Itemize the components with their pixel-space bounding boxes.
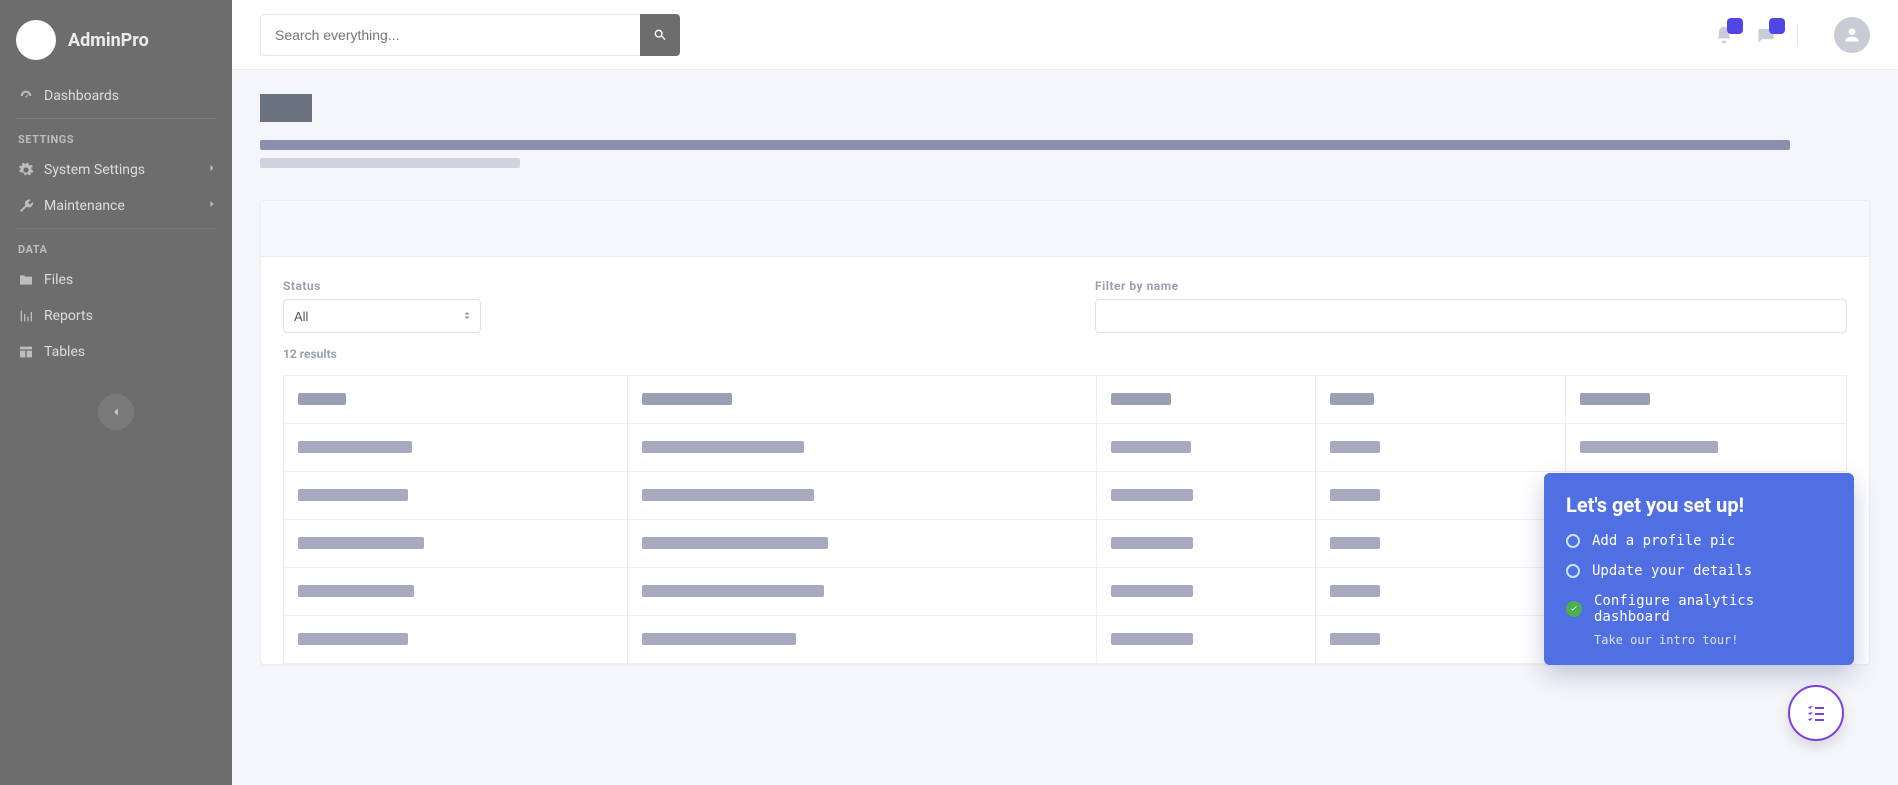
cell — [1330, 441, 1380, 453]
sidebar: AdminPro Dashboards SETTINGS System Sett… — [0, 0, 232, 785]
cell — [298, 633, 408, 645]
cell — [642, 633, 796, 645]
gauge-icon — [18, 88, 34, 104]
messages-badge — [1769, 18, 1785, 34]
cell — [1330, 585, 1380, 597]
folder-icon — [18, 272, 34, 288]
sidebar-item-label: Maintenance — [44, 198, 125, 214]
wrench-icon — [18, 198, 34, 214]
gear-icon — [18, 162, 34, 178]
cell — [1111, 537, 1193, 549]
notifications-badge — [1727, 18, 1743, 34]
sidebar-section-settings: SETTINGS — [0, 123, 232, 152]
filter-status-select[interactable] — [283, 299, 481, 333]
cell — [1111, 489, 1193, 501]
table-row[interactable] — [284, 424, 1847, 472]
filter-status-label: Status — [283, 279, 1035, 293]
cell — [642, 585, 824, 597]
sidebar-item-label: Dashboards — [44, 88, 119, 104]
sidebar-item-files[interactable]: Files — [0, 262, 232, 298]
onboarding-item-label: Update your details — [1592, 563, 1752, 579]
cell — [1330, 489, 1380, 501]
onboarding-title: Let's get you set up! — [1566, 493, 1832, 517]
divider — [16, 118, 216, 119]
user-avatar[interactable] — [1834, 17, 1870, 53]
onboarding-item[interactable]: Add a profile pic — [1566, 533, 1832, 549]
cell — [298, 537, 424, 549]
cell — [1580, 441, 1718, 453]
onboarding-item[interactable]: Configure analytics dashboard — [1566, 593, 1832, 625]
cell — [1111, 585, 1193, 597]
search-button[interactable] — [640, 14, 680, 56]
collapse-sidebar-button[interactable] — [98, 394, 134, 430]
breadcrumb — [260, 140, 1790, 150]
check-icon — [1566, 601, 1582, 617]
col-header[interactable] — [1330, 393, 1374, 405]
sidebar-item-tables[interactable]: Tables — [0, 334, 232, 370]
page-header: Users — [232, 70, 1898, 182]
sidebar-item-reports[interactable]: Reports — [0, 298, 232, 334]
circle-icon — [1566, 564, 1580, 578]
cell — [642, 537, 828, 549]
chart-icon — [18, 308, 34, 324]
col-header[interactable] — [1580, 393, 1650, 405]
onboarding-item-label: Configure analytics dashboard — [1594, 593, 1832, 625]
cell — [298, 585, 414, 597]
search-wrap — [260, 14, 680, 56]
filter-search-label: Filter by name — [1095, 279, 1847, 293]
cell — [1111, 633, 1193, 645]
notifications-button[interactable] — [1713, 24, 1735, 46]
topbar — [232, 0, 1898, 70]
table-icon — [18, 344, 34, 360]
checklist-fab[interactable] — [1788, 685, 1844, 741]
divider — [16, 228, 216, 229]
filters: Status 12 results Filter by name — [283, 279, 1847, 361]
cell — [642, 489, 814, 501]
cell — [642, 441, 804, 453]
page-title: Users — [260, 94, 312, 122]
cell — [1330, 537, 1380, 549]
brand[interactable]: AdminPro — [0, 10, 232, 78]
breadcrumb-sub — [260, 158, 520, 168]
cell — [298, 489, 408, 501]
filter-search-input[interactable] — [1095, 299, 1847, 333]
onboarding-item-sub[interactable]: Take our intro tour! — [1594, 633, 1832, 647]
table-header-row — [284, 376, 1847, 424]
col-header[interactable] — [298, 393, 346, 405]
sidebar-item-dashboards[interactable]: Dashboards — [0, 78, 232, 114]
topbar-icons — [1713, 24, 1798, 46]
onboarding-item[interactable]: Update your details — [1566, 563, 1832, 579]
brand-name: AdminPro — [68, 30, 149, 51]
col-header[interactable] — [642, 393, 732, 405]
sidebar-item-label: Files — [44, 272, 73, 288]
sidebar-item-label: System Settings — [44, 162, 145, 178]
card-toolbar — [261, 201, 1869, 257]
onboarding-item-label: Add a profile pic — [1592, 533, 1735, 549]
col-header[interactable] — [1111, 393, 1171, 405]
cell — [1330, 633, 1380, 645]
messages-button[interactable] — [1755, 24, 1777, 46]
results-link[interactable]: 12 results — [283, 347, 1035, 361]
search-input[interactable] — [260, 14, 640, 56]
circle-icon — [1566, 534, 1580, 548]
sidebar-item-label: Reports — [44, 308, 93, 324]
chevron-right-icon — [206, 162, 218, 178]
cell — [1111, 441, 1191, 453]
sidebar-item-label: Tables — [44, 344, 85, 360]
chevron-right-icon — [206, 198, 218, 214]
sidebar-item-tools[interactable]: Maintenance — [0, 188, 232, 224]
sidebar-item-system[interactable]: System Settings — [0, 152, 232, 188]
onboarding-popup: Let's get you set up! Add a profile pic U… — [1544, 473, 1854, 665]
cell — [298, 441, 412, 453]
sidebar-section-data: DATA — [0, 233, 232, 262]
brand-logo — [16, 20, 56, 60]
